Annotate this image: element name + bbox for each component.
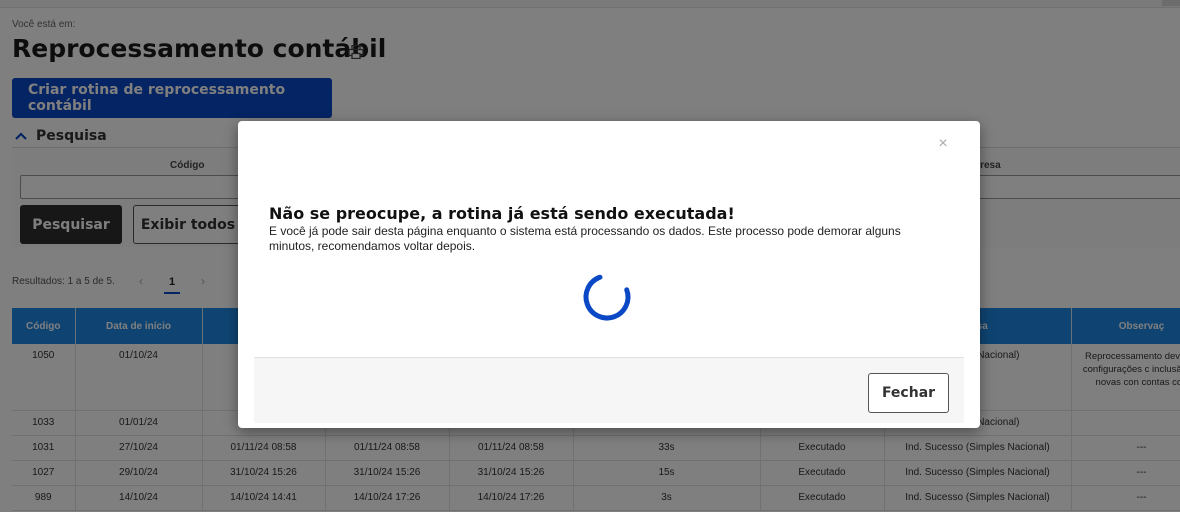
modal-footer xyxy=(254,357,964,423)
close-button[interactable]: Fechar xyxy=(868,373,949,413)
modal-message: E você já pode sair desta página enquant… xyxy=(269,224,901,253)
spinner-icon xyxy=(583,273,631,321)
processing-modal: × Não se preocupe, a rotina já está send… xyxy=(238,121,980,428)
close-icon[interactable]: × xyxy=(936,136,950,152)
modal-title: Não se preocupe, a rotina já está sendo … xyxy=(269,204,735,223)
